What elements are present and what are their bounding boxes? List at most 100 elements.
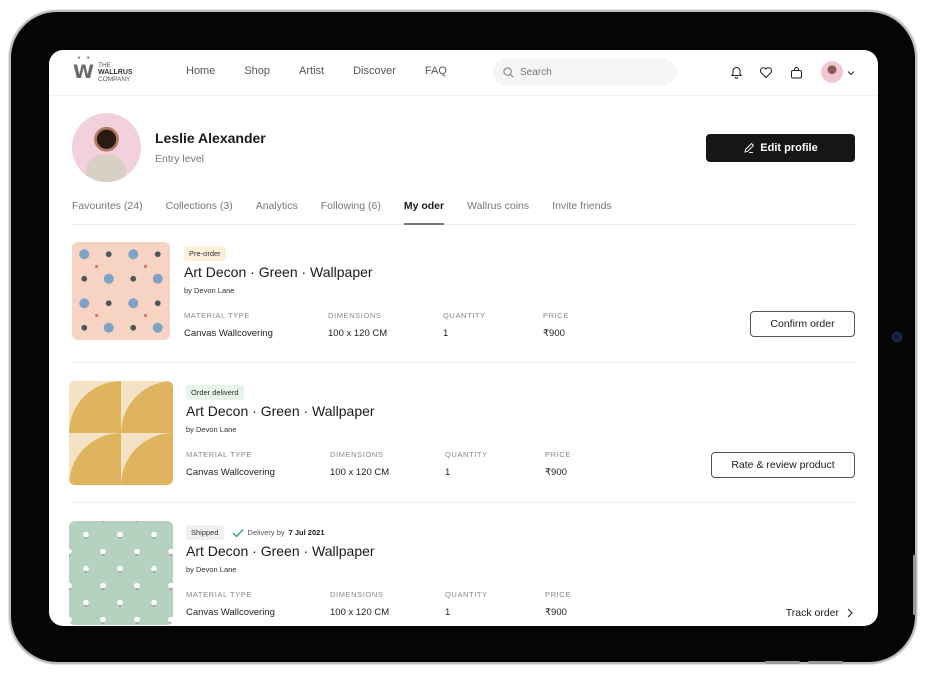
product-thumbnail[interactable] xyxy=(69,521,173,625)
dimensions-value: 100 x 120 CM xyxy=(328,328,388,339)
status-row: Shipped Delivery by 7 Jul 2021 xyxy=(186,525,324,540)
tab-analytics[interactable]: Analytics xyxy=(256,200,298,224)
profile-name: Leslie Alexander xyxy=(155,130,266,146)
logo-line: COMPANY xyxy=(97,76,131,83)
logo-text: THE WALLRUS COMPANY xyxy=(98,62,133,83)
profile-tabs: Favourites (24) Collections (3) Analytic… xyxy=(72,200,855,225)
rate-review-button[interactable]: Rate & review product xyxy=(711,452,855,478)
status-row: Order deliverd xyxy=(186,385,244,400)
price-label: PRICE xyxy=(545,450,571,459)
dimensions-field: DIMENSIONS 100 x 120 CM xyxy=(328,311,387,339)
search-input[interactable] xyxy=(518,65,662,79)
price-field: PRICE ₹900 xyxy=(545,450,571,478)
quantity-label: QUANTITY xyxy=(445,450,488,459)
product-artist[interactable]: by Devon Lane xyxy=(186,565,236,574)
tab-following[interactable]: Following (6) xyxy=(321,200,381,224)
order-item: Shipped Delivery by 7 Jul 2021 Art Decon… xyxy=(69,521,855,626)
product-title[interactable]: Art Decon · Green · Wallpaper xyxy=(186,403,375,419)
material-label: MATERIAL TYPE xyxy=(184,311,251,320)
dimensions-value: 100 x 120 CM xyxy=(330,467,390,478)
main-nav: Home Shop Artist Discover FAQ xyxy=(186,65,476,77)
material-field: MATERIAL TYPE Canvas Wallcovering xyxy=(184,311,273,339)
chevron-down-icon[interactable] xyxy=(847,63,855,81)
dimensions-label: DIMENSIONS xyxy=(328,311,382,320)
tab-invite-friends[interactable]: Invite friends xyxy=(552,200,612,224)
chevron-right-icon xyxy=(847,608,853,618)
logo-line: THE xyxy=(97,62,111,69)
logo-line: WALLRUS xyxy=(97,69,133,76)
delivery-prefix: Delivery by xyxy=(247,528,285,537)
quantity-value: 1 xyxy=(443,328,449,339)
material-field: MATERIAL TYPE Canvas Wallcovering xyxy=(186,450,275,478)
track-order-label: Track order xyxy=(785,607,839,619)
volume-button xyxy=(765,661,800,664)
status-badge: Order deliverd xyxy=(186,385,244,400)
price-field: PRICE ₹900 xyxy=(543,311,569,339)
product-thumbnail[interactable] xyxy=(69,381,173,485)
tab-collections[interactable]: Collections (3) xyxy=(166,200,233,224)
logo[interactable]: W THE WALLRUS COMPANY xyxy=(73,54,133,83)
app-screen: W THE WALLRUS COMPANY Home Shop Artist D… xyxy=(49,50,878,626)
bell-icon[interactable] xyxy=(725,61,747,83)
nav-artist[interactable]: Artist xyxy=(299,65,324,77)
dimensions-label: DIMENSIONS xyxy=(330,590,384,599)
dimensions-field: DIMENSIONS 100 x 120 CM xyxy=(330,450,389,478)
header-actions xyxy=(717,61,855,83)
price-value: ₹900 xyxy=(545,607,567,618)
price-value: ₹900 xyxy=(543,328,565,339)
pencil-icon xyxy=(744,142,755,153)
delivery-info: Delivery by 7 Jul 2021 xyxy=(232,528,325,538)
material-field: MATERIAL TYPE Canvas Wallcovering xyxy=(186,590,275,618)
status-badge: Shipped xyxy=(186,525,224,540)
volume-button xyxy=(808,661,843,664)
quantity-label: QUANTITY xyxy=(443,311,486,320)
delivery-date: 7 Jul 2021 xyxy=(288,528,325,537)
tab-my-order[interactable]: My oder xyxy=(403,200,445,225)
check-icon xyxy=(232,528,244,537)
tab-wallrus-coins[interactable]: Wallrus coins xyxy=(467,200,529,224)
nav-home[interactable]: Home xyxy=(186,65,215,77)
nav-faq[interactable]: FAQ xyxy=(425,65,447,77)
avatar[interactable] xyxy=(821,61,843,83)
heart-icon[interactable] xyxy=(755,61,777,83)
price-label: PRICE xyxy=(543,311,569,320)
divider xyxy=(72,502,855,503)
track-order-link[interactable]: Track order xyxy=(786,607,853,619)
quantity-field: QUANTITY 1 xyxy=(445,450,488,478)
product-artist[interactable]: by Devon Lane xyxy=(186,425,236,434)
dimensions-field: DIMENSIONS 100 x 120 CM xyxy=(330,590,389,618)
material-label: MATERIAL TYPE xyxy=(186,590,253,599)
order-item: Order deliverd Art Decon · Green · Wallp… xyxy=(69,381,855,521)
logo-mark: W xyxy=(73,54,94,82)
camera xyxy=(892,332,902,342)
product-title[interactable]: Art Decon · Green · Wallpaper xyxy=(186,543,375,559)
price-value: ₹900 xyxy=(545,467,567,478)
material-label: MATERIAL TYPE xyxy=(186,450,253,459)
dimensions-label: DIMENSIONS xyxy=(330,450,384,459)
divider xyxy=(72,362,855,363)
price-label: PRICE xyxy=(545,590,571,599)
product-thumbnail[interactable] xyxy=(72,242,170,340)
tab-favourites[interactable]: Favourites (24) xyxy=(72,200,143,224)
product-title[interactable]: Art Decon · Green · Wallpaper xyxy=(184,264,373,280)
product-artist[interactable]: by Devon Lane xyxy=(184,286,234,295)
top-navbar: W THE WALLRUS COMPANY Home Shop Artist D… xyxy=(49,50,878,96)
material-value: Canvas Wallcovering xyxy=(186,467,275,478)
search-icon xyxy=(503,66,514,77)
nav-shop[interactable]: Shop xyxy=(244,65,270,77)
edit-profile-button[interactable]: Edit profile xyxy=(706,134,855,162)
material-value: Canvas Wallcovering xyxy=(186,607,275,618)
nav-discover[interactable]: Discover xyxy=(353,65,396,77)
status-row: Pre-order xyxy=(184,246,226,261)
search-box[interactable] xyxy=(493,59,677,85)
quantity-value: 1 xyxy=(445,467,451,478)
order-item: Pre-order Art Decon · Green · Wallpaper … xyxy=(72,242,855,382)
profile-avatar xyxy=(72,113,141,182)
status-badge: Pre-order xyxy=(184,246,226,261)
shopping-bag-icon[interactable] xyxy=(785,61,807,83)
price-field: PRICE ₹900 xyxy=(545,590,571,618)
profile-level: Entry level xyxy=(155,153,205,165)
material-value: Canvas Wallcovering xyxy=(184,328,273,339)
quantity-value: 1 xyxy=(445,607,451,618)
confirm-order-button[interactable]: Confirm order xyxy=(750,311,855,337)
